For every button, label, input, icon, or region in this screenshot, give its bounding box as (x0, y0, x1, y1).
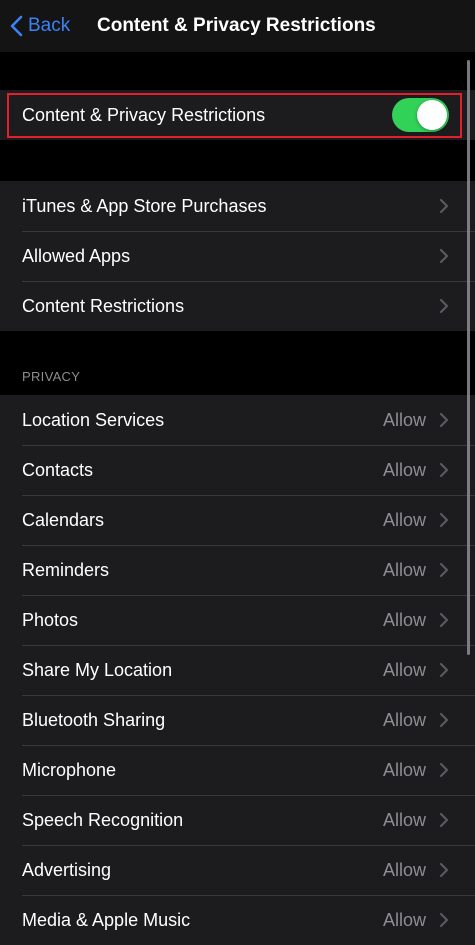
row-share-my-location[interactable]: Share My Location Allow (0, 645, 475, 695)
chevron-left-icon (10, 15, 23, 37)
row-value: Allow (382, 709, 426, 730)
row-reminders[interactable]: Reminders Allow (0, 545, 475, 595)
content-privacy-toggle[interactable] (392, 98, 449, 132)
back-label: Back (28, 15, 71, 36)
row-value: Allow (382, 859, 426, 880)
row-contacts[interactable]: Contacts Allow (0, 445, 475, 495)
row-microphone[interactable]: Microphone Allow (0, 745, 475, 795)
chevron-right-icon (439, 662, 449, 678)
row-media-apple-music[interactable]: Media & Apple Music Allow (0, 895, 475, 945)
row-label: Share My Location (22, 659, 173, 680)
row-value: Allow (382, 909, 426, 930)
row-photos[interactable]: Photos Allow (0, 595, 475, 645)
row-content-restrictions[interactable]: Content Restrictions (0, 281, 475, 331)
row-value: Allow (382, 459, 426, 480)
screen: Back Content & Privacy Restrictions Cont… (0, 0, 475, 945)
chevron-right-icon (439, 712, 449, 728)
row-location-services[interactable]: Location Services Allow (0, 395, 475, 445)
row-label: Reminders (22, 559, 110, 580)
row-calendars[interactable]: Calendars Allow (0, 495, 475, 545)
row-value: Allow (382, 409, 426, 430)
row-value: Allow (382, 509, 426, 530)
content-privacy-toggle-row: Content & Privacy Restrictions (0, 90, 475, 140)
row-value: Allow (382, 659, 426, 680)
row-label: Calendars (22, 509, 105, 530)
row-label: Microphone (22, 759, 117, 780)
chevron-right-icon (439, 912, 449, 928)
page-title: Content & Privacy Restrictions (97, 15, 376, 36)
chevron-right-icon (439, 762, 449, 778)
row-label: iTunes & App Store Purchases (22, 195, 267, 216)
chevron-right-icon (439, 512, 449, 528)
chevron-right-icon (439, 562, 449, 578)
chevron-right-icon (439, 612, 449, 628)
row-value: Allow (382, 759, 426, 780)
chevron-right-icon (439, 412, 449, 428)
row-label: Bluetooth Sharing (22, 709, 166, 730)
row-label: Photos (22, 609, 79, 630)
row-advertising[interactable]: Advertising Allow (0, 845, 475, 895)
privacy-group: Location Services Allow Contacts Allow C… (0, 395, 475, 945)
row-bluetooth-sharing[interactable]: Bluetooth Sharing Allow (0, 695, 475, 745)
toggle-knob (417, 100, 447, 130)
toggle-label: Content & Privacy Restrictions (22, 104, 266, 125)
scrollbar[interactable] (467, 60, 470, 655)
master-toggle-group: Content & Privacy Restrictions (0, 90, 475, 140)
row-value: Allow (382, 609, 426, 630)
back-button[interactable]: Back (10, 10, 70, 42)
row-label: Media & Apple Music (22, 909, 191, 930)
row-itunes-app-store-purchases[interactable]: iTunes & App Store Purchases (0, 181, 475, 231)
chevron-right-icon (439, 298, 449, 314)
row-label: Location Services (22, 409, 165, 430)
chevron-right-icon (439, 198, 449, 214)
chevron-right-icon (439, 862, 449, 878)
row-value: Allow (382, 559, 426, 580)
row-speech-recognition[interactable]: Speech Recognition Allow (0, 795, 475, 845)
chevron-right-icon (439, 462, 449, 478)
row-label: Content Restrictions (22, 295, 185, 316)
row-label: Advertising (22, 859, 112, 880)
privacy-section-header: PRIVACY (22, 369, 81, 384)
row-allowed-apps[interactable]: Allowed Apps (0, 231, 475, 281)
store-group: iTunes & App Store Purchases Allowed App… (0, 181, 475, 331)
navigation-bar: Back Content & Privacy Restrictions (0, 0, 475, 52)
chevron-right-icon (439, 248, 449, 264)
row-value: Allow (382, 809, 426, 830)
chevron-right-icon (439, 812, 449, 828)
row-label: Contacts (22, 459, 94, 480)
row-label: Allowed Apps (22, 245, 131, 266)
row-label: Speech Recognition (22, 809, 184, 830)
